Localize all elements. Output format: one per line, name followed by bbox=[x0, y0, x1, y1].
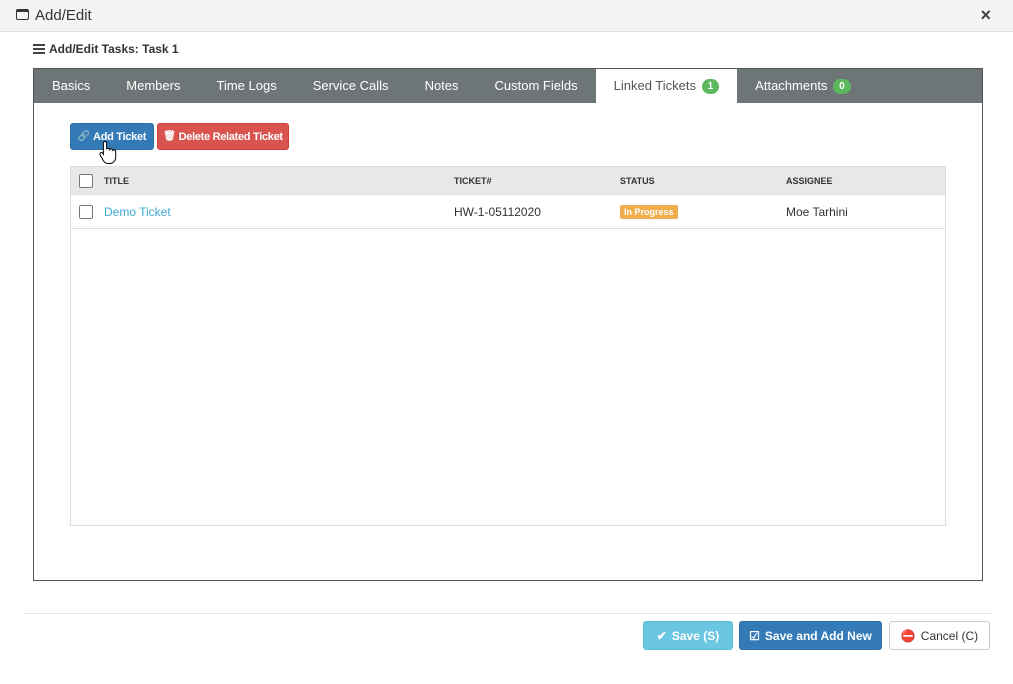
row-checkbox[interactable] bbox=[79, 204, 93, 219]
check-icon: ✔ bbox=[656, 628, 667, 643]
tab-members[interactable]: Members bbox=[108, 69, 198, 103]
ticket-title-link[interactable]: Demo Ticket bbox=[104, 205, 171, 219]
page-title-text: Add/Edit Tasks: Task 1 bbox=[49, 42, 179, 56]
tab-linked-tickets[interactable]: Linked Tickets 1 bbox=[595, 69, 738, 103]
cancel-button[interactable]: ⛔ Cancel (C) bbox=[889, 621, 990, 650]
column-header-ticket[interactable]: TICKET# bbox=[454, 176, 620, 186]
save-button[interactable]: ✔ Save (S) bbox=[643, 621, 733, 650]
linked-tickets-count-badge: 1 bbox=[701, 79, 720, 94]
select-all-checkbox[interactable] bbox=[79, 173, 93, 188]
column-header-status[interactable]: STATUS bbox=[620, 176, 786, 186]
tab-bar: Basics Members Time Logs Service Calls N… bbox=[34, 69, 982, 103]
window-title: Add/Edit bbox=[35, 7, 92, 24]
table-row[interactable]: Demo Ticket HW-1-05112020 In Progress Mo… bbox=[71, 195, 945, 229]
minus-circle-icon: ⛔ bbox=[900, 628, 916, 643]
assignee-name: Moe Tarhini bbox=[786, 204, 848, 219]
column-header-title[interactable]: TITLE bbox=[104, 176, 454, 186]
table-header: TITLE TICKET# STATUS ASSIGNEE bbox=[71, 167, 945, 195]
column-header-assignee[interactable]: ASSIGNEE bbox=[786, 176, 945, 186]
delete-related-ticket-button[interactable]: 🗑 Delete Related Ticket bbox=[157, 123, 289, 150]
window-titlebar: Add/Edit × bbox=[0, 0, 1013, 32]
linked-tickets-table: TITLE TICKET# STATUS ASSIGNEE Demo Ticke… bbox=[70, 166, 946, 526]
save-and-add-new-button[interactable]: ☑ Save and Add New bbox=[739, 621, 882, 650]
tab-basics[interactable]: Basics bbox=[34, 69, 108, 103]
hand-cursor-icon bbox=[99, 140, 117, 164]
trash-icon: 🗑 bbox=[163, 131, 176, 142]
link-icon: 🔗 bbox=[77, 131, 91, 142]
window-icon bbox=[16, 9, 29, 20]
close-icon[interactable]: × bbox=[980, 5, 991, 26]
tab-notes[interactable]: Notes bbox=[407, 69, 477, 103]
tab-attachments[interactable]: Attachments 0 bbox=[737, 69, 868, 103]
tab-service-calls[interactable]: Service Calls bbox=[295, 69, 407, 103]
checkbox-icon: ☑ bbox=[749, 628, 760, 643]
tab-panel: Basics Members Time Logs Service Calls N… bbox=[33, 68, 983, 581]
list-icon bbox=[33, 44, 45, 54]
footer-divider bbox=[24, 613, 992, 614]
status-badge: In Progress bbox=[620, 205, 678, 219]
tab-time-logs[interactable]: Time Logs bbox=[198, 69, 294, 103]
page-title: Add/Edit Tasks: Task 1 bbox=[33, 42, 179, 56]
attachments-count-badge: 0 bbox=[833, 79, 851, 94]
tab-custom-fields[interactable]: Custom Fields bbox=[477, 69, 596, 103]
ticket-number: HW-1-05112020 bbox=[454, 204, 541, 219]
